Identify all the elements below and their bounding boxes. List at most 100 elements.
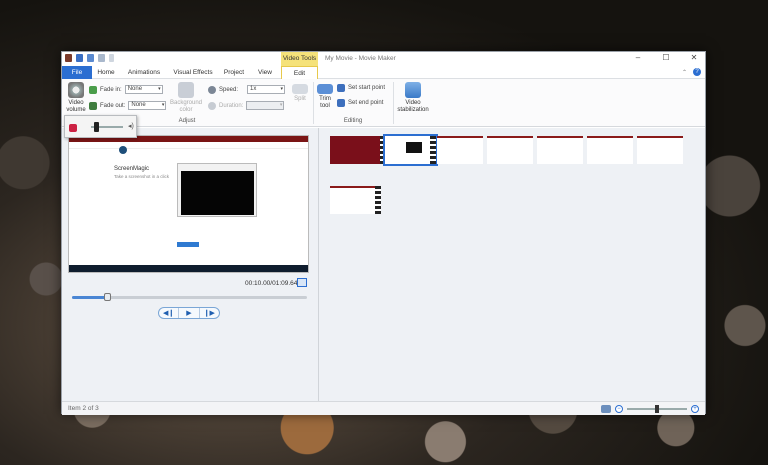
tab-home[interactable]: Home bbox=[95, 66, 117, 79]
zoom-thumb[interactable] bbox=[655, 405, 659, 413]
seek-thumb[interactable] bbox=[104, 293, 112, 301]
seek-bar-fill bbox=[72, 296, 108, 299]
fade-out-icon bbox=[89, 101, 97, 110]
speed-row: Speed: 1x bbox=[208, 85, 286, 94]
quick-access-toolbar bbox=[65, 54, 114, 62]
clip-2[interactable] bbox=[383, 134, 438, 166]
tab-visual-effects[interactable]: Visual Effects bbox=[172, 66, 214, 79]
fade-in-dropdown[interactable]: None bbox=[124, 85, 163, 94]
movie-maker-window: Video Tools My Movie - Movie Maker – ☐ ✕… bbox=[61, 51, 706, 415]
mute-icon[interactable] bbox=[69, 124, 77, 132]
ribbon-tabs: File Home Animations Visual Effects Proj… bbox=[62, 66, 705, 79]
preview-screenshot-window bbox=[177, 163, 257, 217]
seek-bar[interactable] bbox=[72, 293, 307, 301]
window-title: My Movie - Movie Maker bbox=[325, 55, 396, 62]
thumbnail-size-icon[interactable] bbox=[601, 405, 611, 413]
video-stabilization-button[interactable]: Video stabilization bbox=[395, 82, 431, 114]
fade-in-label: Fade in: bbox=[100, 86, 122, 93]
previous-frame-icon[interactable]: ◀❙ bbox=[159, 308, 180, 318]
tab-animations[interactable]: Animations bbox=[125, 66, 163, 79]
clip-3[interactable] bbox=[437, 136, 483, 164]
split-label: Split bbox=[294, 96, 306, 102]
close-icon[interactable]: ✕ bbox=[685, 53, 703, 62]
volume-icon bbox=[68, 82, 84, 98]
clip-1-thumbnail bbox=[330, 136, 380, 164]
fade-out-dropdown[interactable]: None bbox=[128, 101, 167, 110]
preview-download-button bbox=[177, 242, 199, 247]
volume-slider-thumb[interactable] bbox=[94, 122, 99, 132]
redo-icon[interactable] bbox=[98, 54, 105, 62]
speed-dropdown[interactable]: 1x bbox=[247, 85, 286, 94]
ribbon: Video volume Fade in: None Fade out: Non… bbox=[62, 79, 705, 127]
clip-6-thumbnail bbox=[587, 136, 633, 164]
fullscreen-icon[interactable] bbox=[297, 278, 307, 287]
fade-out-label: Fade out: bbox=[100, 102, 126, 109]
preview-nav bbox=[69, 142, 308, 154]
zoom-out-icon[interactable]: − bbox=[615, 405, 623, 413]
help-area: ⌃ ? bbox=[682, 68, 701, 76]
set-end-point-button[interactable]: Set end point bbox=[337, 99, 383, 107]
clip-3-thumbnail bbox=[437, 136, 483, 164]
speed-icon bbox=[208, 85, 216, 94]
app-icon bbox=[65, 54, 72, 62]
duration-label: Duration: bbox=[219, 102, 244, 109]
save-icon[interactable] bbox=[76, 54, 83, 62]
clip-7[interactable] bbox=[637, 136, 683, 164]
background-color-label: Background color bbox=[169, 100, 203, 113]
minimize-icon[interactable]: – bbox=[629, 53, 647, 62]
clip-1[interactable] bbox=[330, 136, 386, 164]
maximize-icon[interactable]: ☐ bbox=[657, 53, 675, 62]
zoom-in-icon[interactable]: + bbox=[691, 405, 699, 413]
speaker-icon: ◂) bbox=[128, 123, 134, 130]
main-area: ScreenMagic Take a screenshot in a click… bbox=[62, 128, 705, 401]
volume-popup: ◂) bbox=[64, 115, 137, 138]
clip-5-thumbnail bbox=[537, 136, 583, 164]
duration-row: Duration: bbox=[208, 101, 285, 110]
fade-in-row: Fade in: None bbox=[89, 85, 163, 94]
ribbon-separator bbox=[393, 82, 394, 124]
trim-tool-button[interactable]: Trim tool bbox=[316, 84, 334, 110]
stabilization-icon bbox=[405, 82, 421, 98]
video-stabilization-label: Video stabilization bbox=[397, 100, 429, 113]
clip-2-film-strip bbox=[430, 136, 436, 164]
tab-file[interactable]: File bbox=[62, 66, 92, 79]
zoom-slider[interactable] bbox=[627, 405, 687, 413]
video-preview[interactable]: ScreenMagic Take a screenshot in a click bbox=[68, 135, 309, 273]
play-icon[interactable]: ▶ bbox=[179, 308, 200, 318]
tab-edit[interactable]: Edit bbox=[281, 66, 318, 79]
customize-toolbar-icon[interactable] bbox=[109, 54, 114, 62]
background-color-button[interactable]: Background color bbox=[168, 82, 204, 114]
help-icon[interactable]: ? bbox=[693, 68, 701, 76]
clip-2-black-area bbox=[406, 142, 422, 153]
set-end-point-label: Set end point bbox=[348, 100, 384, 106]
set-start-point-button[interactable]: Set start point bbox=[337, 84, 385, 92]
video-volume-button[interactable]: Video volume bbox=[65, 82, 87, 114]
tab-project[interactable]: Project bbox=[222, 66, 246, 79]
speed-label: Speed: bbox=[219, 86, 239, 93]
undo-icon[interactable] bbox=[87, 54, 94, 62]
collapse-ribbon-icon[interactable]: ⌃ bbox=[682, 69, 687, 76]
clip-8-thumbnail bbox=[330, 186, 375, 214]
pane-splitter[interactable] bbox=[318, 128, 319, 401]
split-button[interactable]: Split bbox=[289, 84, 311, 103]
trim-tool-label: Trim tool bbox=[319, 96, 331, 109]
clip-5[interactable] bbox=[537, 136, 583, 164]
clip-6[interactable] bbox=[587, 136, 633, 164]
clip-4-thumbnail bbox=[487, 136, 533, 164]
clip-4[interactable] bbox=[487, 136, 533, 164]
set-start-point-label: Set start point bbox=[348, 85, 386, 91]
zoom-control: − + bbox=[601, 405, 699, 413]
timecode: 00:10.00/01:09.64 bbox=[245, 280, 298, 287]
editing-group-label: Editing bbox=[343, 118, 363, 124]
clip-8[interactable] bbox=[330, 186, 381, 214]
paint-bucket-icon bbox=[178, 82, 194, 98]
duration-icon bbox=[208, 101, 216, 110]
duration-dropdown[interactable] bbox=[246, 101, 285, 110]
next-frame-icon[interactable]: ❙▶ bbox=[200, 308, 219, 318]
tab-view[interactable]: View bbox=[254, 66, 276, 79]
status-item-text: Item 2 of 3 bbox=[68, 405, 99, 412]
window-controls: – ☐ ✕ bbox=[629, 53, 703, 62]
clip-8-film-strip bbox=[375, 186, 381, 214]
preview-taskbar bbox=[69, 265, 308, 272]
status-bar: Item 2 of 3 − + bbox=[62, 401, 705, 415]
